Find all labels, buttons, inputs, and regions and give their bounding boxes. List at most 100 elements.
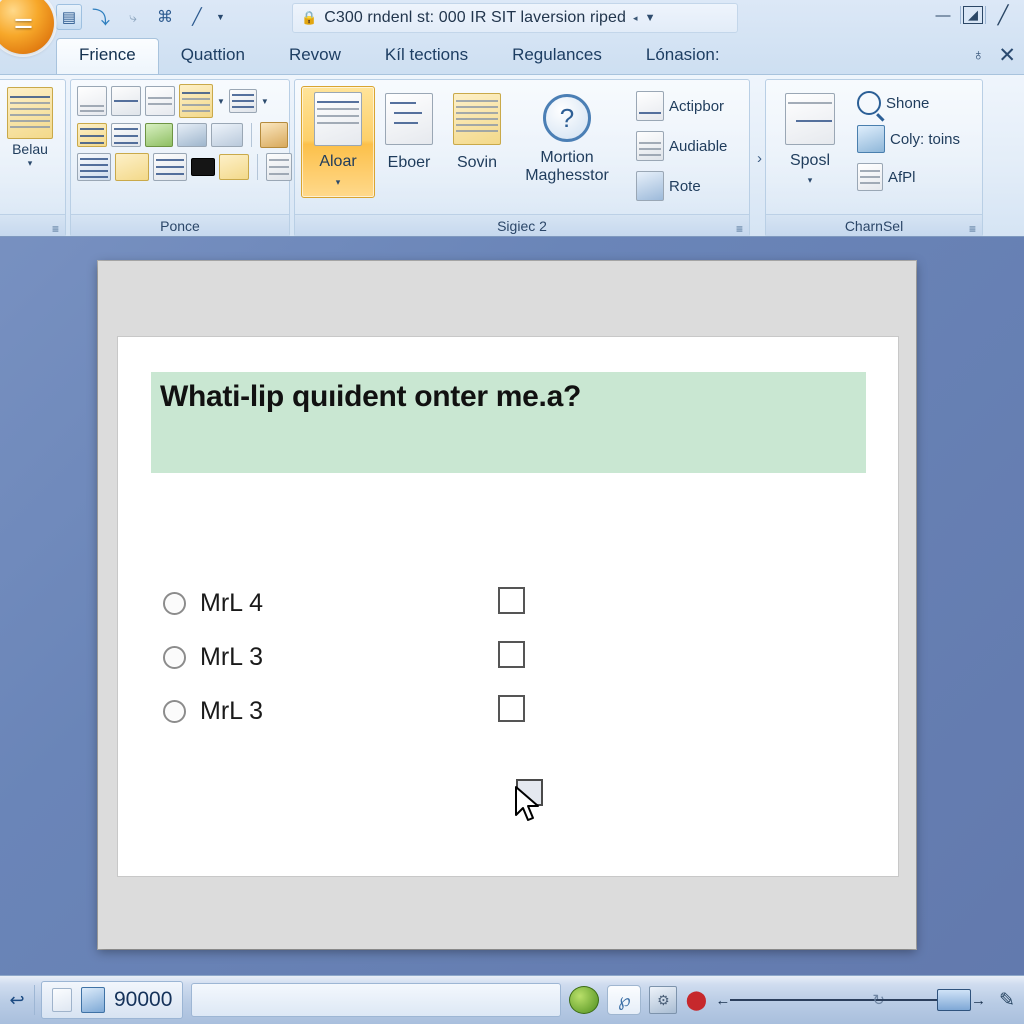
microphone-icon[interactable]: ⬤ (685, 986, 707, 1014)
ponce-row-3 (77, 152, 292, 182)
rote-button[interactable]: Rote (633, 170, 730, 202)
brush-icon[interactable] (260, 122, 288, 148)
list-item[interactable]: MrL 3 (163, 697, 263, 726)
export-doc-icon (636, 91, 664, 121)
zoom-out-arrow-icon[interactable]: ← (715, 992, 730, 1009)
belau-button[interactable]: Belau ▾ (1, 84, 59, 172)
radio-button-icon[interactable] (163, 592, 186, 615)
chevron-down-icon[interactable]: ▼ (261, 97, 269, 106)
zoom-slider[interactable]: ← ↻ → (715, 989, 986, 1011)
redo-icon[interactable]: ⤷ (120, 4, 146, 30)
dialog-launcher-icon[interactable]: ≡ (736, 218, 743, 236)
slide-title-placeholder[interactable]: Whati-lip quıident onter me.a? (151, 372, 866, 473)
pen-icon[interactable]: ╱ (184, 4, 210, 30)
audiable-button[interactable]: Audiable (633, 130, 730, 162)
pencil-edit-icon[interactable] (145, 123, 173, 147)
slider-track[interactable] (730, 999, 881, 1001)
taskbar-window-list[interactable] (191, 983, 562, 1017)
tab-frience[interactable]: Frience (56, 38, 159, 74)
zoom-in-arrow-icon[interactable]: → (971, 992, 986, 1009)
list-item[interactable]: MrL 3 (163, 643, 263, 672)
radio-button-icon[interactable] (163, 700, 186, 723)
afpl-label: AfPl (888, 168, 916, 186)
chevron-down-icon[interactable]: ▾ (808, 175, 813, 186)
dialog-launcher-icon[interactable]: ≡ (969, 218, 976, 236)
picture-icon[interactable] (77, 86, 107, 116)
tab-kil-tections[interactable]: Kíl tections (363, 39, 490, 74)
media-icon[interactable] (569, 986, 600, 1014)
paragraph-icon[interactable] (111, 123, 141, 147)
aloar-button[interactable]: Aloar ▾ (301, 86, 375, 198)
columns-icon[interactable] (266, 153, 292, 181)
eboer-button[interactable]: Eboer (375, 86, 443, 198)
option-label: MrL 3 (200, 643, 263, 671)
tab-revow[interactable]: Revow (267, 39, 363, 74)
start-icon[interactable]: ↩ (0, 990, 34, 1011)
chevron-down-icon[interactable]: ▼ (645, 12, 656, 24)
coly-toins-button[interactable]: Coly: toins (854, 124, 963, 154)
ribbon-tab-strip: Frience Quattion Revow Kíl tections Regu… (0, 36, 1024, 74)
option-checkbox[interactable] (498, 641, 525, 668)
chevron-down-icon[interactable]: ▼ (217, 97, 225, 106)
folder-icon[interactable] (115, 153, 149, 181)
afpl-button[interactable]: AfPl (854, 162, 963, 192)
list-item[interactable]: MrL 4 (163, 589, 263, 618)
slide-canvas[interactable]: Whati-lip quıident onter me.a? MrL 4 MrL… (117, 336, 899, 877)
black-block-icon[interactable] (191, 158, 215, 176)
tab-quattion[interactable]: Quattion (159, 39, 267, 74)
printer-icon[interactable] (177, 123, 207, 147)
actipbor-button[interactable]: Actipbor (633, 90, 730, 122)
chevron-down-icon[interactable]: ▼ (216, 12, 225, 22)
slider-knob[interactable] (937, 989, 971, 1011)
close-window-button[interactable]: ✕ (998, 43, 1016, 68)
sposl-button[interactable]: Sposl ▾ (772, 86, 848, 198)
divider (960, 6, 961, 24)
screen-icon[interactable] (211, 123, 243, 147)
sovin-button[interactable]: Sovin (443, 86, 511, 198)
aloar-label: Aloar (319, 153, 357, 170)
lines-icon[interactable] (153, 153, 187, 181)
divider (34, 985, 35, 1015)
radio-button-icon[interactable] (163, 646, 186, 669)
ribbon-overflow-icon[interactable]: › (754, 150, 765, 167)
list-icon[interactable] (228, 89, 257, 113)
undo-icon[interactable]: ⤵ (88, 4, 114, 30)
charnsel-small-buttons: Shone Coly: toins AfPl (854, 90, 963, 192)
taskbar-task-button[interactable]: 90000 (41, 981, 184, 1019)
ribbon: Belau ▾ ≡ ▼ ▼ Ponce Aloar ▾ Eboer Sovin … (0, 74, 1024, 236)
checkmark-box-icon[interactable] (111, 86, 141, 116)
fit-to-window-icon[interactable]: ✎ (994, 989, 1020, 1012)
document-title-chip[interactable]: 🔒 C300 rndenl st: 000 IR SIT laversion r… (292, 3, 738, 33)
divider (251, 123, 252, 147)
chevron-down-icon[interactable]: ▾ (28, 158, 33, 169)
export-icon[interactable] (219, 154, 249, 180)
bulleted-list-icon[interactable] (77, 123, 107, 147)
mortion-maghesstor-button[interactable]: ? Mortion Maghesstor (511, 86, 623, 198)
slider-track[interactable] (877, 999, 937, 1001)
shone-button[interactable]: Shone (854, 90, 963, 121)
option-checkbox[interactable] (498, 587, 525, 614)
tab-label: Revow (288, 45, 341, 64)
window-controls: — ◢ ╱ (928, 2, 1018, 28)
restore-button[interactable]: ◢ (963, 6, 983, 24)
tab-label: Quattion (180, 45, 245, 64)
tab-regulances[interactable]: Regulances (490, 39, 624, 74)
sort-indicator-icon: ◂ (633, 12, 638, 23)
taskbar-left: ↩ 90000 (0, 976, 184, 1024)
help-icon[interactable]: ♁ (972, 47, 984, 65)
book-icon (453, 93, 501, 145)
outline-view-icon[interactable] (77, 153, 111, 181)
timer-icon[interactable]: ⌘ (152, 4, 178, 30)
pen-tool-button[interactable]: ╱ (988, 2, 1018, 28)
chevron-down-icon[interactable]: ▾ (336, 177, 341, 188)
minimize-button[interactable]: — (928, 2, 958, 28)
document-icon[interactable] (145, 86, 175, 116)
table-icon[interactable] (179, 84, 213, 118)
tab-lonasion[interactable]: Lónasion: (624, 39, 742, 74)
dialog-launcher-icon[interactable]: ≡ (52, 218, 59, 236)
tools-icon[interactable]: ⚙ (649, 986, 678, 1014)
app-p-icon[interactable]: ℘ (607, 985, 642, 1015)
save-icon[interactable]: ▤ (56, 4, 82, 30)
title-checkbox[interactable] (516, 779, 543, 806)
option-checkbox[interactable] (498, 695, 525, 722)
